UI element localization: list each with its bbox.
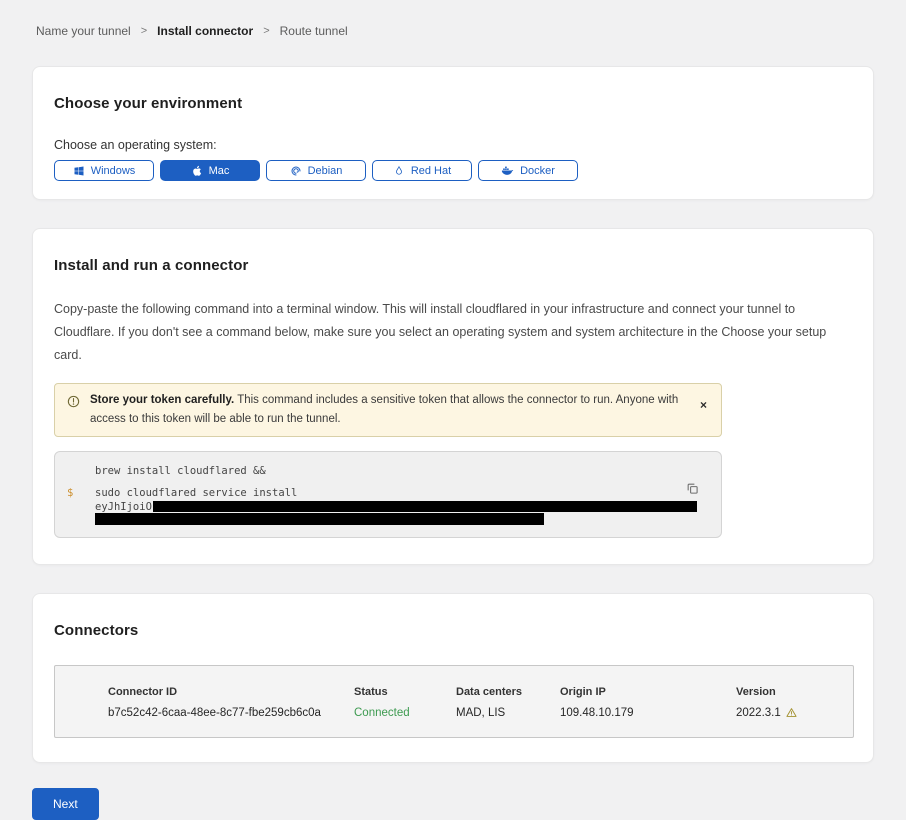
breadcrumb-step-name-your-tunnel[interactable]: Name your tunnel xyxy=(36,24,131,38)
apple-logo-icon xyxy=(191,165,203,177)
redhat-logo-icon xyxy=(393,165,405,177)
token-warning-text: Store your token carefully. This command… xyxy=(90,391,684,429)
copy-icon xyxy=(686,482,699,495)
origin-ip-value: 109.48.10.179 xyxy=(560,707,736,719)
data-centers-value: MAD, LIS xyxy=(456,707,560,719)
tunnel-setup-page: Name your tunnel > Install connector > R… xyxy=(0,0,906,820)
os-button-redhat[interactable]: Red Hat xyxy=(372,160,472,181)
copy-command-button[interactable] xyxy=(686,482,699,495)
token-warning-title: Store your token carefully. xyxy=(90,394,234,406)
redacted-token-bar xyxy=(95,513,544,525)
token-line: eyJhIjoiO xyxy=(67,501,707,513)
os-button-label: Windows xyxy=(91,165,136,177)
os-button-mac[interactable]: Mac xyxy=(160,160,260,181)
token-warning-banner: Store your token carefully. This command… xyxy=(54,383,722,437)
warning-triangle-icon[interactable] xyxy=(786,707,797,718)
environment-card-title: Choose your environment xyxy=(54,95,852,112)
install-command-code-block: brew install cloudflared && $sudo cloudf… xyxy=(54,451,722,537)
redacted-token-bar xyxy=(153,501,697,512)
breadcrumb: Name your tunnel > Install connector > R… xyxy=(36,24,874,38)
column-header-connector-id: Connector ID xyxy=(108,686,354,698)
os-button-debian[interactable]: Debian xyxy=(266,160,366,181)
os-button-label: Mac xyxy=(209,165,230,177)
version-value: 2022.3.1 xyxy=(736,707,781,719)
install-card-title: Install and run a connector xyxy=(54,257,852,274)
version-value-cell: 2022.3.1 xyxy=(736,707,843,719)
table-row: b7c52c42-6caa-48ee-8c77-fbe259cb6c0a Con… xyxy=(108,707,843,719)
breadcrumb-separator: > xyxy=(263,25,269,37)
os-button-windows[interactable]: Windows xyxy=(54,160,154,181)
os-select-label: Choose an operating system: xyxy=(54,138,852,152)
os-button-label: Debian xyxy=(308,165,343,177)
next-button[interactable]: Next xyxy=(32,788,99,820)
connectors-table: Connector ID Status Data centers Origin … xyxy=(54,665,854,738)
connectors-table-header: Connector ID Status Data centers Origin … xyxy=(108,686,843,698)
code-command-text: sudo cloudflared service install xyxy=(95,487,297,500)
debian-logo-icon xyxy=(290,165,302,177)
column-header-origin-ip: Origin IP xyxy=(560,686,736,698)
shell-prompt: $ xyxy=(67,487,95,500)
banner-close-button[interactable]: × xyxy=(700,399,707,411)
os-button-docker[interactable]: Docker xyxy=(478,160,578,181)
connectors-card: Connectors Connector ID Status Data cent… xyxy=(32,593,874,763)
code-line-brew: brew install cloudflared && xyxy=(67,465,707,478)
column-header-status: Status xyxy=(354,686,456,698)
windows-logo-icon xyxy=(73,165,85,177)
column-header-version: Version xyxy=(736,686,843,698)
install-connector-card: Install and run a connector Copy-paste t… xyxy=(32,228,874,565)
connector-id-value: b7c52c42-6caa-48ee-8c77-fbe259cb6c0a xyxy=(108,707,354,719)
status-badge: Connected xyxy=(354,707,456,719)
connectors-card-title: Connectors xyxy=(54,622,852,639)
breadcrumb-step-install-connector[interactable]: Install connector xyxy=(157,24,253,38)
code-line-sudo: $sudo cloudflared service install xyxy=(67,487,707,500)
token-line-2 xyxy=(67,513,707,525)
environment-card: Choose your environment Choose an operat… xyxy=(32,66,874,200)
os-button-group: Windows Mac Debian Red Hat xyxy=(54,160,852,189)
alert-circle-icon xyxy=(67,395,80,408)
docker-logo-icon xyxy=(501,164,514,177)
breadcrumb-step-route-tunnel[interactable]: Route tunnel xyxy=(280,24,348,38)
os-button-label: Docker xyxy=(520,165,555,177)
token-prefix: eyJhIjoiO xyxy=(95,501,152,513)
breadcrumb-separator: > xyxy=(141,25,147,37)
install-instructions: Copy-paste the following command into a … xyxy=(54,298,852,367)
os-button-label: Red Hat xyxy=(411,165,451,177)
column-header-data-centers: Data centers xyxy=(456,686,560,698)
